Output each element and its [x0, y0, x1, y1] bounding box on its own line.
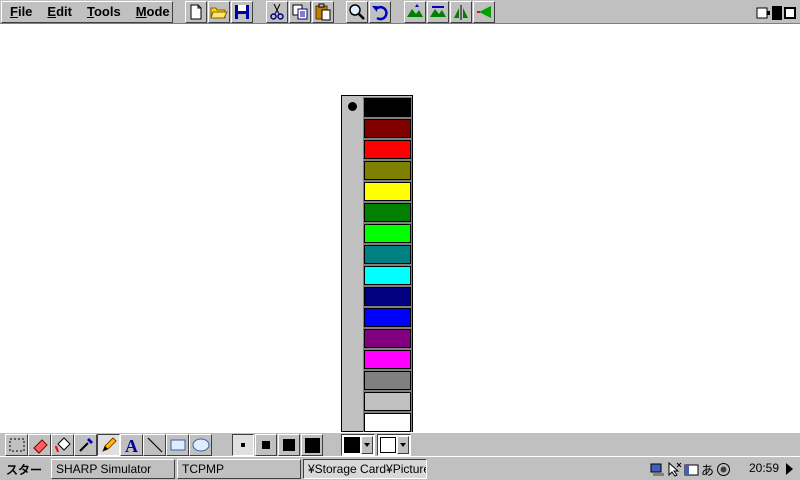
cut-button[interactable]	[266, 1, 288, 23]
line-icon	[147, 437, 162, 453]
pen-size-medium[interactable]	[255, 434, 277, 456]
menu-bar: File Edit Tools Mode	[1, 1, 173, 23]
ime-icon[interactable]: あ	[701, 460, 714, 479]
cut-icon	[270, 3, 284, 20]
undo-button[interactable]	[369, 1, 391, 23]
drawing-toolbar: A	[0, 432, 800, 456]
text-icon: A	[125, 436, 138, 454]
color-swatch[interactable]	[363, 244, 412, 265]
fill-icon	[54, 437, 71, 453]
flip-up-icon	[407, 4, 423, 17]
taskbar-scroll-right-icon[interactable]	[786, 463, 793, 475]
save-button[interactable]	[231, 1, 253, 23]
color-swatch[interactable]	[363, 265, 412, 286]
eraser-icon	[32, 439, 48, 454]
color-swatch[interactable]	[363, 391, 412, 412]
select-rect-icon	[9, 438, 24, 452]
flip-vertical-alt-button[interactable]	[427, 1, 449, 23]
pen-size-small[interactable]	[232, 434, 254, 456]
rectangle-tool-button[interactable]	[166, 434, 189, 456]
rotate-button[interactable]	[473, 1, 495, 23]
cursor-icon[interactable]	[667, 461, 682, 477]
eraser-tool-button[interactable]	[28, 434, 51, 456]
rectangle-icon	[170, 439, 185, 451]
pen-size-medium-dot	[262, 441, 270, 449]
network-icon[interactable]	[650, 462, 665, 477]
chevron-down-icon[interactable]	[361, 436, 373, 454]
task-tcpmp[interactable]: TCPMP	[177, 459, 301, 479]
volume-icon[interactable]	[716, 462, 731, 477]
zoom-icon	[349, 4, 365, 20]
color-swatch[interactable]	[363, 118, 412, 139]
select-tool-button[interactable]	[5, 434, 28, 456]
open-folder-icon	[210, 7, 228, 19]
open-button[interactable]	[208, 1, 230, 23]
new-file-icon	[190, 4, 202, 20]
start-button[interactable]: スタート	[1, 459, 49, 479]
menu-mode[interactable]: Mode	[128, 2, 177, 22]
selected-color-indicator	[348, 102, 357, 111]
line-tool-button[interactable]	[143, 434, 166, 456]
color-swatch[interactable]	[363, 181, 412, 202]
pen-size-large[interactable]	[278, 434, 300, 456]
color-swatch[interactable]	[363, 202, 412, 223]
pen-size-large-dot	[283, 439, 295, 451]
task-sharp-simulator[interactable]: SHARP Simulator	[51, 459, 175, 479]
clock[interactable]: 20:59	[749, 461, 779, 475]
color-swatch[interactable]	[363, 139, 412, 160]
pencil-tool-button[interactable]	[97, 434, 120, 456]
paste-icon	[315, 3, 331, 21]
copy-icon	[292, 4, 308, 20]
pencil-icon	[101, 437, 117, 452]
mirror-icon	[454, 5, 468, 20]
color-swatch[interactable]	[363, 349, 412, 370]
dropper-icon	[78, 438, 93, 452]
mirror-button[interactable]	[450, 1, 472, 23]
color-swatch[interactable]	[363, 97, 412, 118]
color-palette-popup	[341, 95, 413, 433]
battery-icon	[756, 6, 796, 20]
color-swatch[interactable]	[363, 307, 412, 328]
undo-icon	[372, 5, 388, 21]
paste-button[interactable]	[312, 1, 334, 23]
pen-size-extra-large[interactable]	[301, 434, 323, 456]
color-swatch[interactable]	[363, 160, 412, 181]
color-swatch[interactable]	[363, 223, 412, 244]
copy-button[interactable]	[289, 1, 311, 23]
pen-size-small-dot	[241, 443, 245, 447]
save-disk-icon	[235, 5, 249, 19]
ellipse-tool-button[interactable]	[189, 434, 212, 456]
dropper-tool-button[interactable]	[74, 434, 97, 456]
background-color-swatch	[380, 437, 396, 453]
pen-size-extra-large-dot	[304, 437, 320, 453]
chevron-down-icon[interactable]	[397, 436, 409, 454]
rotate-left-icon	[477, 6, 491, 18]
ellipse-icon	[192, 438, 209, 452]
menu-edit[interactable]: Edit	[39, 2, 79, 22]
keyboard-icon[interactable]	[684, 462, 699, 477]
color-swatch[interactable]	[363, 412, 412, 433]
foreground-color-picker[interactable]	[341, 434, 375, 456]
flip-up-alt-icon	[430, 6, 446, 17]
color-swatch[interactable]	[363, 328, 412, 349]
color-swatch[interactable]	[363, 286, 412, 307]
foreground-color-swatch	[344, 437, 360, 453]
task-pictures[interactable]: ¥Storage Card¥Pictures	[303, 459, 427, 479]
zoom-button[interactable]	[346, 1, 368, 23]
new-file-button[interactable]	[185, 1, 207, 23]
menu-tools[interactable]: Tools	[79, 2, 128, 22]
menu-file[interactable]: File	[2, 2, 39, 22]
svg-text:A: A	[125, 436, 138, 454]
background-color-picker[interactable]	[377, 434, 411, 456]
taskbar: スタート SHARP Simulator TCPMP ¥Storage Card…	[0, 456, 800, 480]
flip-vertical-button[interactable]	[404, 1, 426, 23]
text-tool-button[interactable]: A	[120, 434, 143, 456]
fill-tool-button[interactable]	[51, 434, 74, 456]
color-swatch[interactable]	[363, 370, 412, 391]
top-toolbar: File Edit Tools Mode	[0, 0, 800, 24]
